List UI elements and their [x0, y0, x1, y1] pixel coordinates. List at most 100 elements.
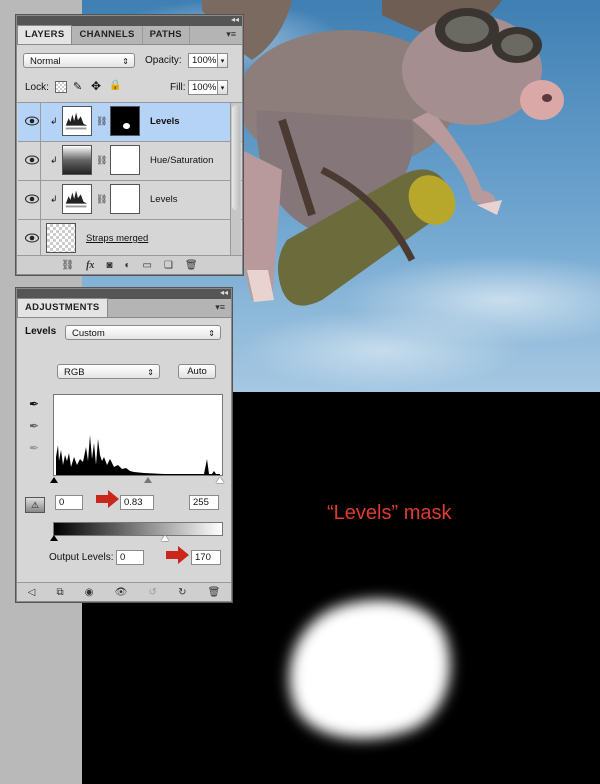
input-gamma-field[interactable]: 0.83 [120, 495, 154, 510]
eye-icon [25, 233, 39, 243]
output-black-slider[interactable] [50, 535, 58, 541]
layer-row-levels-top[interactable]: ↲ ⛓ Levels [18, 103, 242, 142]
blend-mode-row: Normal ⇕ Opacity: 100% ▾ [23, 53, 235, 69]
output-white-callout-arrow [166, 546, 189, 564]
opacity-input[interactable]: 100% [188, 53, 218, 68]
input-white-slider[interactable] [216, 477, 224, 483]
black-point-eyedropper-icon[interactable]: ✒ [29, 397, 39, 411]
mask-link-icon[interactable]: ⛓ [96, 194, 107, 205]
clip-to-layer-icon[interactable]: ◉ [85, 587, 94, 598]
levels-adjustment-thumbnail[interactable] [62, 106, 92, 136]
mask-white-region [269, 577, 470, 763]
layers-tabbar: LAYERS CHANNELS PATHS ▾≡ [17, 25, 242, 45]
tab-channels[interactable]: CHANNELS [72, 26, 143, 44]
levels-adjustment-thumbnail[interactable] [62, 184, 92, 214]
new-group-icon[interactable]: ▭ [143, 260, 152, 271]
visibility-eye-icon[interactable]: 👁 [115, 587, 128, 598]
layers-panel: ◂◂ LAYERS CHANNELS PATHS ▾≡ Normal ⇕ Opa… [16, 15, 243, 275]
reset-icon[interactable]: ↻ [178, 587, 186, 598]
return-arrow-icon[interactable]: ◁ [28, 587, 36, 598]
adjustments-panel: ◂◂ ADJUSTMENTS ▾≡ Levels Custom ⇕ RGB ⇕ … [16, 288, 232, 602]
adjustments-tabbar: ADJUSTMENTS ▾≡ [17, 298, 231, 318]
opacity-dropdown-button[interactable]: ▾ [218, 53, 228, 68]
clipping-arrow-icon: ↲ [50, 194, 58, 204]
delete-adjustment-icon[interactable]: 🗑 [208, 587, 221, 598]
preset-value: Custom [72, 328, 105, 339]
layers-scrollbar[interactable] [230, 103, 241, 255]
link-layers-icon[interactable]: ⛓ [61, 260, 74, 271]
scrollbar-thumb[interactable] [232, 105, 240, 210]
visibility-toggle[interactable] [18, 103, 41, 141]
white-point-eyedropper-icon[interactable]: ✒ [29, 441, 39, 455]
layer-mask-thumbnail[interactable] [110, 106, 140, 136]
tab-layers[interactable]: LAYERS [17, 25, 73, 44]
input-black-slider[interactable] [50, 477, 58, 483]
output-gradient-bar [53, 522, 223, 536]
clipping-arrow-icon: ↲ [50, 116, 58, 126]
eye-icon [25, 194, 39, 204]
add-mask-icon[interactable]: ◙ [106, 260, 112, 271]
new-adjustment-layer-icon[interactable]: ◐ [124, 260, 130, 271]
lock-transparency-icon[interactable] [55, 81, 67, 93]
lock-brush-icon[interactable]: ✎ [73, 80, 82, 93]
view-previous-state-icon[interactable]: ↺ [149, 587, 157, 598]
trash-icon[interactable]: 🗑 [185, 260, 198, 271]
eye-icon [25, 155, 39, 165]
fill-dropdown-button[interactable]: ▾ [218, 80, 228, 95]
mask-link-icon[interactable]: ⛓ [96, 116, 107, 127]
panel-menu-icon[interactable]: ▾≡ [226, 29, 236, 40]
layer-style-icon[interactable]: fx [86, 260, 94, 271]
fill-input[interactable]: 100% [188, 80, 218, 95]
layer-row-straps-merged[interactable]: Straps merged [18, 220, 242, 257]
select-arrows-icon: ⇕ [208, 329, 215, 338]
output-white-slider[interactable] [161, 535, 169, 541]
hue-saturation-adjustment-thumbnail[interactable] [62, 145, 92, 175]
histogram-graph [56, 435, 220, 475]
layer-name: Straps merged [86, 233, 149, 244]
select-arrows-icon: ⇕ [147, 368, 154, 377]
channel-value: RGB [64, 367, 85, 378]
visibility-toggle[interactable] [18, 142, 41, 180]
layers-list: ↲ ⛓ Levels ↲ ⛓ Hue/Saturation ↲ ⛓ Levels… [17, 102, 242, 257]
layer-mask-thumbnail[interactable] [110, 145, 140, 175]
expanded-view-icon[interactable]: ⧉ [56, 587, 63, 598]
collapse-icon[interactable]: ◂◂ [220, 288, 228, 297]
adjustment-type-label: Levels [25, 326, 57, 337]
layer-mask-thumbnail[interactable] [110, 184, 140, 214]
lock-row: Lock: ✎ ✥ 🔒 Fill: 100% ▾ [23, 79, 235, 96]
auto-button[interactable]: Auto [178, 364, 216, 379]
collapse-icon[interactable]: ◂◂ [231, 15, 239, 24]
visibility-toggle[interactable] [18, 181, 41, 219]
output-black-field[interactable]: 0 [116, 550, 144, 565]
channel-select[interactable]: RGB ⇕ [57, 364, 160, 379]
layer-name: Levels [150, 194, 178, 205]
histogram [53, 394, 223, 476]
new-layer-icon[interactable]: ❏ [164, 260, 173, 271]
opacity-label: Opacity: [145, 55, 182, 66]
panel-menu-icon[interactable]: ▾≡ [215, 302, 225, 313]
visibility-toggle[interactable] [18, 220, 41, 257]
layer-name: Hue/Saturation [150, 155, 214, 166]
output-levels-label: Output Levels: [49, 552, 114, 563]
input-white-field[interactable]: 255 [189, 495, 219, 510]
lock-move-icon[interactable]: ✥ [91, 79, 101, 93]
adjustments-panel-footer: ◁ ⧉ ◉ 👁 ↺ ↻ 🗑 [17, 582, 231, 601]
output-white-field[interactable]: 170 [191, 550, 221, 565]
blend-mode-select[interactable]: Normal ⇕ [23, 53, 135, 68]
gray-point-eyedropper-icon[interactable]: ✒ [29, 419, 39, 433]
fill-label: Fill: [170, 82, 186, 93]
tab-adjustments[interactable]: ADJUSTMENTS [17, 298, 108, 317]
mask-annotation-label: “Levels” mask [327, 502, 452, 524]
tab-paths[interactable]: PATHS [143, 26, 190, 44]
mask-link-icon[interactable]: ⛓ [96, 155, 107, 166]
layers-panel-footer: ⛓ fx ◙ ◐ ▭ ❏ 🗑 [17, 255, 242, 274]
preset-select[interactable]: Custom ⇕ [65, 325, 221, 340]
input-gamma-slider[interactable] [144, 477, 152, 483]
input-black-field[interactable]: 0 [55, 495, 83, 510]
layer-row-hue-saturation[interactable]: ↲ ⛓ Hue/Saturation [18, 142, 242, 181]
layer-pixel-thumbnail[interactable] [46, 223, 76, 253]
clipping-warning-icon: ⚠ [25, 497, 45, 513]
lock-all-icon[interactable]: 🔒 [109, 80, 121, 91]
blend-mode-value: Normal [30, 56, 61, 67]
layer-row-levels-bottom[interactable]: ↲ ⛓ Levels [18, 181, 242, 220]
